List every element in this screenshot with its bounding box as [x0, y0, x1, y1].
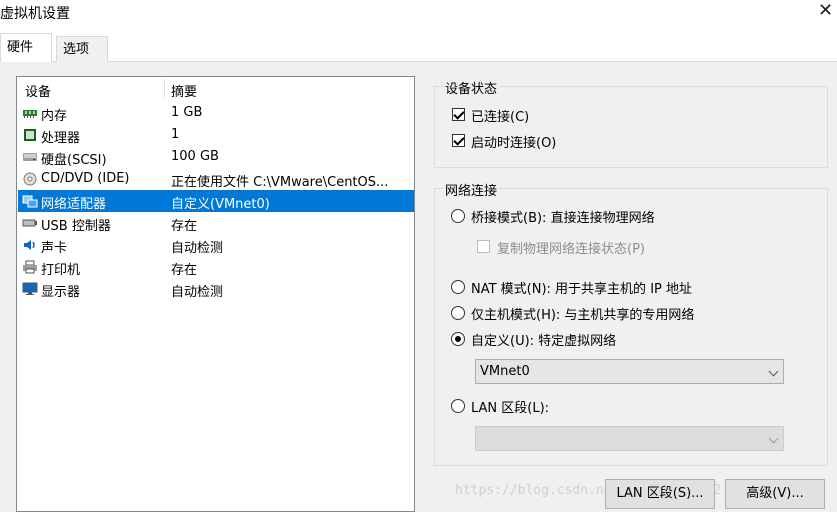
tab-options[interactable]: 选项: [56, 36, 108, 62]
network-connection-label: 网络连接: [443, 180, 500, 199]
connect-at-power-on-checkbox[interactable]: [452, 134, 465, 147]
device-name: 显示器: [41, 285, 81, 300]
device-row-harddisk[interactable]: 硬盘(SCSI) 100 GB: [18, 146, 414, 168]
close-icon[interactable]: ✕: [818, 0, 833, 21]
title-bar: 虚拟机设置 ✕: [0, 0, 837, 26]
device-row-sound[interactable]: 声卡 自动检测: [18, 234, 414, 256]
device-summary: 自动检测: [171, 285, 224, 300]
device-summary: 1: [171, 127, 180, 142]
device-name: CD/DVD (IDE): [41, 171, 130, 186]
chevron-down-icon: [768, 366, 779, 377]
device-summary: 存在: [171, 263, 198, 278]
tab-strip: [0, 30, 837, 62]
host-only-label[interactable]: 仅主机模式(H): 与主机共享的专用网络: [471, 304, 694, 323]
check-icon: [453, 108, 465, 120]
usb-icon: [22, 219, 37, 227]
device-name: 声卡: [41, 241, 68, 256]
custom-label[interactable]: 自定义(U): 特定虚拟网络: [471, 330, 616, 349]
connected-label[interactable]: 已连接(C): [471, 106, 529, 125]
device-name: 网络适配器: [41, 197, 107, 212]
device-summary: 正在使用文件 C:\VMware\CentOS...: [171, 175, 389, 190]
display-icon: [22, 282, 38, 295]
network-adapter-icon: [22, 195, 38, 208]
device-name: 打印机: [41, 263, 81, 278]
sound-icon: [24, 240, 35, 250]
device-row-memory[interactable]: 内存 1 GB: [18, 102, 414, 124]
replicate-state-checkbox[interactable]: [477, 240, 490, 253]
memory-icon: [23, 110, 37, 118]
cpu-icon: [24, 129, 36, 141]
column-header-summary[interactable]: 摘要: [171, 81, 197, 100]
custom-network-select[interactable]: VMnet0: [475, 359, 784, 384]
connect-at-power-on-label[interactable]: 启动时连接(O): [471, 132, 556, 151]
device-row-usb[interactable]: USB 控制器 存在: [18, 212, 414, 234]
nat-label[interactable]: NAT 模式(N): 用于共享主机的 IP 地址: [471, 278, 692, 297]
replicate-state-label[interactable]: 复制物理网络连接状态(P): [497, 238, 645, 257]
custom-network-value: VMnet0: [480, 364, 530, 379]
custom-radio[interactable]: [451, 332, 465, 346]
device-name: 内存: [41, 109, 68, 124]
device-row-display[interactable]: 显示器 自动检测: [18, 278, 414, 300]
advanced-button[interactable]: 高级(V)...: [725, 479, 825, 509]
device-name: 处理器: [41, 131, 81, 146]
lan-segments-button[interactable]: LAN 区段(S)...: [605, 479, 715, 509]
column-header-device[interactable]: 设备: [25, 81, 51, 100]
lan-segment-radio[interactable]: [451, 399, 465, 413]
device-summary: 自定义(VMnet0): [171, 197, 270, 212]
tab-divider: [0, 61, 837, 62]
connected-checkbox[interactable]: [452, 108, 465, 121]
lan-segment-label[interactable]: LAN 区段(L):: [471, 397, 549, 416]
printer-icon: [23, 260, 37, 274]
device-name: 硬盘(SCSI): [41, 153, 107, 168]
device-row-printer[interactable]: 打印机 存在: [18, 256, 414, 278]
device-status-group: 设备状态: [434, 78, 828, 168]
cdrom-icon: [23, 172, 37, 186]
device-status-label: 设备状态: [443, 78, 500, 97]
device-summary: 自动检测: [171, 241, 224, 256]
device-summary: 1 GB: [171, 105, 203, 120]
device-name: USB 控制器: [41, 219, 111, 234]
tab-hardware[interactable]: 硬件: [0, 33, 52, 62]
harddisk-icon: [23, 153, 37, 161]
device-summary: 存在: [171, 219, 198, 234]
device-row-cdrom[interactable]: CD/DVD (IDE) 正在使用文件 C:\VMware\CentOS...: [18, 168, 414, 190]
network-connection-group: 网络连接: [434, 180, 828, 466]
device-row-network-adapter[interactable]: 网络适配器 自定义(VMnet0): [18, 190, 414, 212]
bridged-radio[interactable]: [451, 209, 465, 223]
bridged-label[interactable]: 桥接模式(B): 直接连接物理网络: [471, 207, 655, 226]
window-title: 虚拟机设置: [0, 6, 70, 22]
nat-radio[interactable]: [451, 280, 465, 294]
device-row-processor[interactable]: 处理器 1: [18, 124, 414, 146]
chevron-down-icon: [768, 433, 779, 444]
host-only-radio[interactable]: [451, 306, 465, 320]
column-separator[interactable]: [164, 79, 165, 98]
lan-segment-select[interactable]: [475, 426, 784, 451]
radio-selected-dot: [455, 336, 461, 342]
device-summary: 100 GB: [171, 149, 219, 164]
device-list-header: 设备 摘要: [17, 77, 414, 100]
device-list[interactable]: 设备 摘要 内存 1 GB 处理器 1 硬盘(SCSI) 100 GB CD/D…: [16, 76, 415, 512]
check-icon: [453, 134, 465, 146]
